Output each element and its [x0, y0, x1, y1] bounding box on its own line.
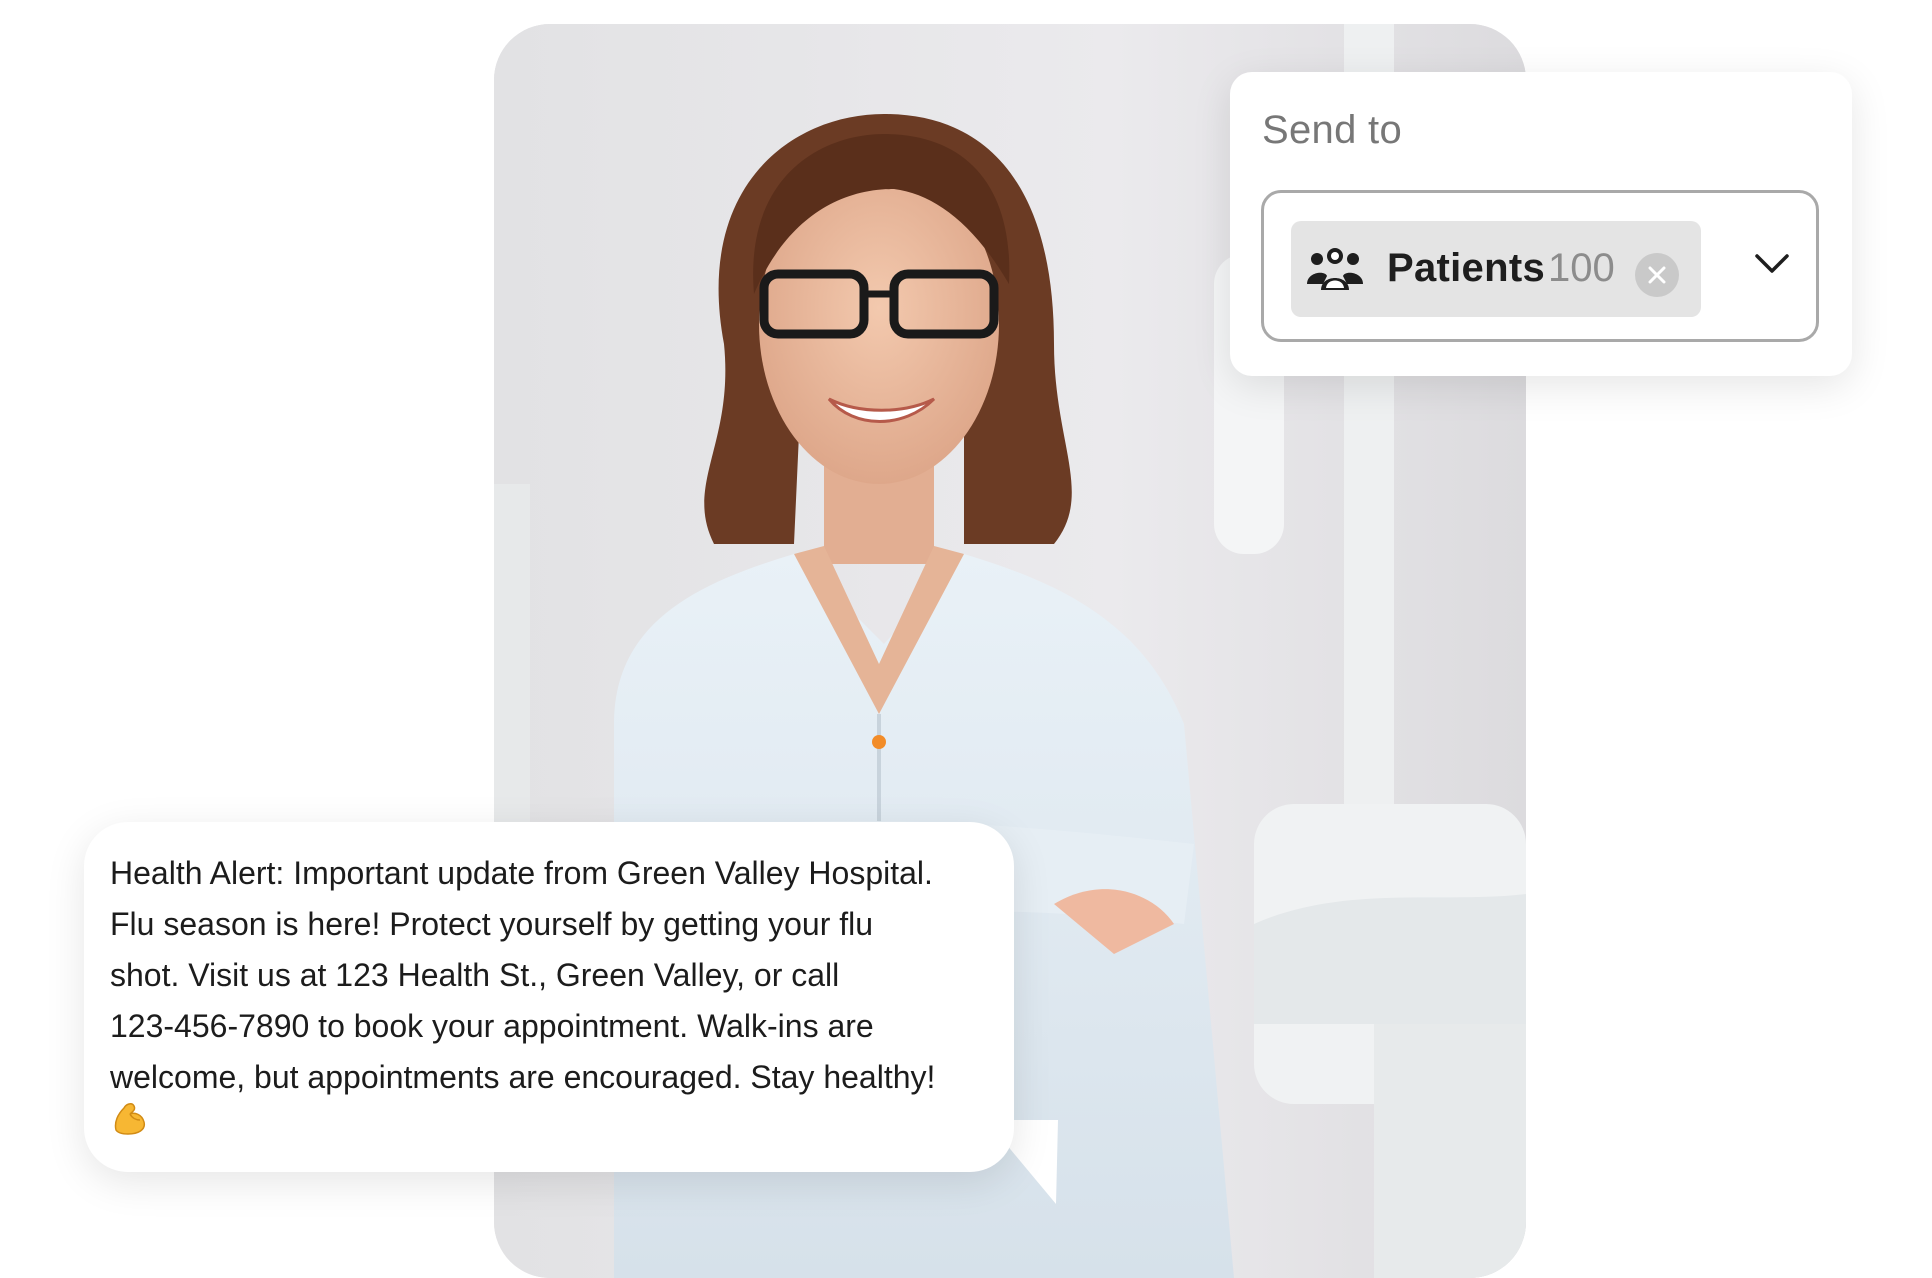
close-icon — [1648, 266, 1666, 284]
message-bubble: Health Alert: Important update from Gree… — [84, 822, 1014, 1172]
send-to-label: Send to — [1262, 108, 1402, 152]
chevron-down-icon[interactable] — [1754, 251, 1790, 275]
chip-count: 100 — [1548, 246, 1615, 290]
message-text: Health Alert: Important update from Gree… — [110, 855, 936, 1095]
send-to-card: Send to Patients 100 — [1230, 72, 1852, 376]
chip-label: Patients — [1387, 246, 1546, 290]
flexed-biceps-icon — [114, 1103, 146, 1135]
recipient-select[interactable]: Patients 100 — [1261, 190, 1819, 342]
remove-chip-button[interactable] — [1635, 253, 1679, 297]
recipient-chip[interactable]: Patients 100 — [1291, 221, 1701, 317]
users-group-icon — [1307, 248, 1363, 290]
